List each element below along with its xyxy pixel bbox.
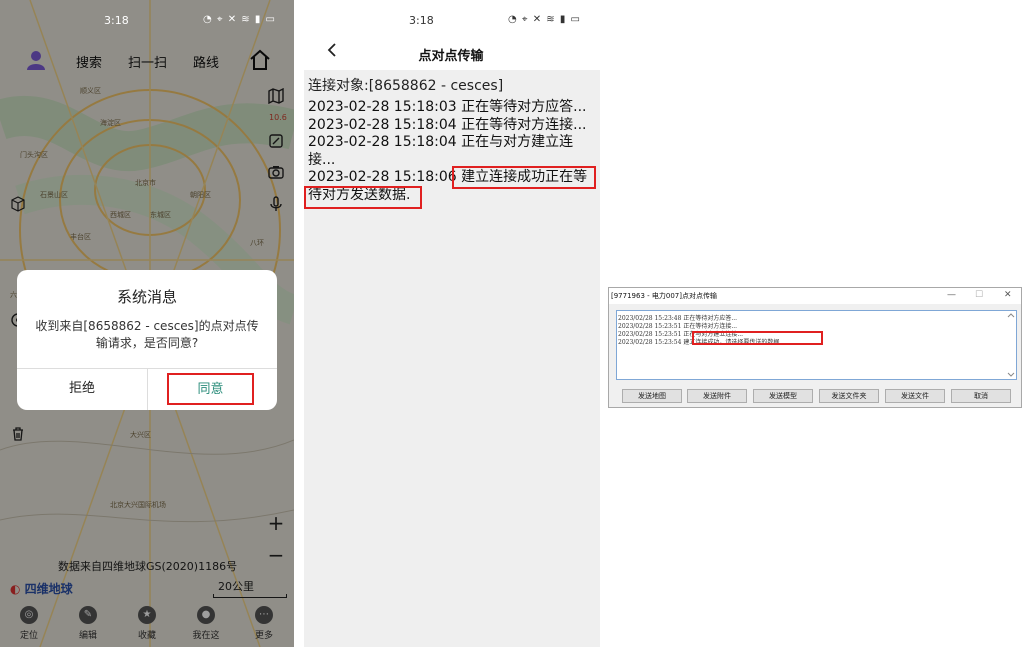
status-bar: 3:18 ◔ ⌖ ✕ ≋ ▮ ▭ [0,10,294,32]
send-map-button[interactable]: 发送地图 [622,389,682,403]
send-file-button[interactable]: 发送文件 [885,389,945,403]
maximize-icon[interactable]: ☐ [975,290,983,300]
minimize-icon[interactable]: — [947,290,956,300]
agree-button[interactable]: 同意 [167,373,254,405]
connection-target: 连接对象:[8658862 - cesces] [308,78,504,94]
reject-button[interactable]: 拒绝 [17,368,147,410]
send-folder-button[interactable]: 发送文件夹 [819,389,879,403]
dialog-message: 收到来自[8658862 - cesces]的点对点传输请求，是否同意? [35,319,259,350]
send-attachment-button[interactable]: 发送附件 [687,389,747,403]
system-message-dialog: 系统消息 收到来自[8658862 - cesces]的点对点传输请求，是否同意… [17,270,277,410]
page-title: 点对点传输 [418,49,484,64]
status-time: 3:18 [104,14,129,27]
log-line: 2023-02-28 15:18:04 正在与对方建立连接... [308,134,574,168]
transfer-phone-screen: 3:18 ◔ ⌖ ✕ ≋ ▮ ▭ 点对点传输 连接对象:[8658862 - c… [296,0,602,647]
close-icon[interactable]: ✕ [1004,290,1012,300]
log-line: 2023-02-28 15:18:03 正在等待对方应答... [308,99,587,115]
window-titlebar[interactable]: [9771963 - 电力007]点对点传输 — ☐ ✕ [609,288,1021,304]
desktop-transfer-window: [9771963 - 电力007]点对点传输 — ☐ ✕ 2023/02/28 … [608,287,1022,408]
scrollbar[interactable] [1007,312,1015,378]
transfer-log-panel: 连接对象:[8658862 - cesces] 2023-02-28 15:18… [304,70,600,647]
window-log-box[interactable]: 2023/02/28 15:23:48 正在等待对方应答... 2023/02/… [616,310,1017,380]
log-line: 2023-02-28 15:18:04 正在等待对方连接... [308,116,587,133]
status-time: 3:18 [409,14,434,27]
dialog-title: 系统消息 [116,288,177,306]
highlight-box [452,166,596,189]
cancel-button[interactable]: 取消 [951,389,1011,403]
window-title: [9771963 - 电力007]点对点传输 [611,292,717,300]
divider [147,368,148,410]
status-icons: ◔ ⌖ ✕ ≋ ▮ ▭ [508,14,581,25]
status-icons: ◔ ⌖ ✕ ≋ ▮ ▭ [203,14,276,25]
highlight-box [304,186,422,209]
send-model-button[interactable]: 发送模型 [753,389,813,403]
map-phone-screen: 顺义区 门头沟区 海淀区 北京市 朝阳区 石景山区 东城区 西城区 丰台区 大兴… [0,0,294,647]
highlight-box [692,331,823,345]
